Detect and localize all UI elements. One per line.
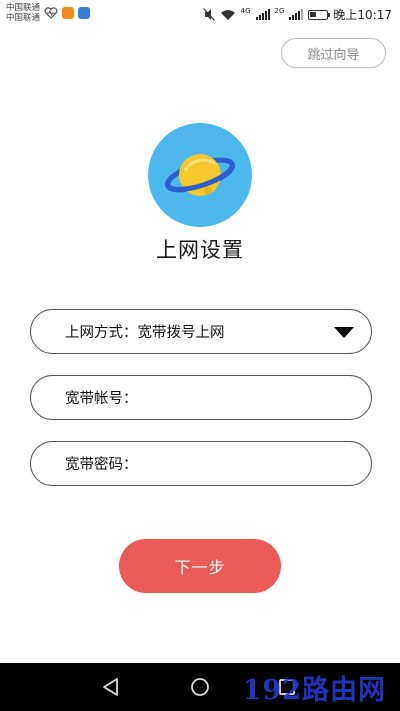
next-step-button[interactable]: 下一步 xyxy=(119,539,281,593)
carrier-info: 中国联通 中国联通 xyxy=(6,3,40,23)
carrier-1: 中国联通 xyxy=(6,3,41,13)
broadband-account-field[interactable]: 宽带帐号： xyxy=(30,375,372,420)
broadband-password-label: 宽带密码： xyxy=(65,457,138,473)
network-type-2: 2G xyxy=(274,6,285,15)
status-bar: 中国联通 中国联通 4G 2G 晚上10:17 xyxy=(0,0,400,27)
system-indicators: 4G 2G 晚上10:17 xyxy=(202,6,392,23)
heartbeat-icon xyxy=(44,7,58,19)
connection-type-label: 上网方式： xyxy=(65,325,138,341)
battery-icon xyxy=(308,9,331,20)
status-time: 晚上10:17 xyxy=(333,8,392,22)
broadband-account-input[interactable] xyxy=(138,376,372,419)
wifi-icon xyxy=(220,9,235,20)
signal-1-icon xyxy=(255,9,270,20)
network-type-1: 4G xyxy=(240,6,251,15)
home-icon[interactable] xyxy=(189,676,211,698)
dropdown-arrow-icon[interactable] xyxy=(334,327,354,338)
connection-type-select[interactable]: 上网方式： 宽带拨号上网 xyxy=(30,309,372,354)
watermark-logo: 192路由网 xyxy=(242,675,386,706)
connection-type-value: 宽带拨号上网 xyxy=(137,325,225,341)
signal-2-icon xyxy=(289,9,304,20)
broadband-password-field[interactable]: 宽带密码： xyxy=(30,441,372,486)
broadband-account-label: 宽带帐号： xyxy=(65,391,138,407)
carrier-2: 中国联通 xyxy=(6,13,41,23)
broadband-password-input[interactable] xyxy=(138,442,372,485)
notification-icons xyxy=(44,7,90,19)
planet-logo-icon xyxy=(148,123,252,227)
mail-notification-icon xyxy=(78,7,90,19)
back-icon[interactable] xyxy=(100,676,122,698)
mute-icon xyxy=(202,8,215,21)
page-title: 上网设置 xyxy=(156,238,244,262)
skip-wizard-button[interactable]: 跳过向导 xyxy=(281,38,386,68)
app-notification-icon xyxy=(62,7,74,19)
